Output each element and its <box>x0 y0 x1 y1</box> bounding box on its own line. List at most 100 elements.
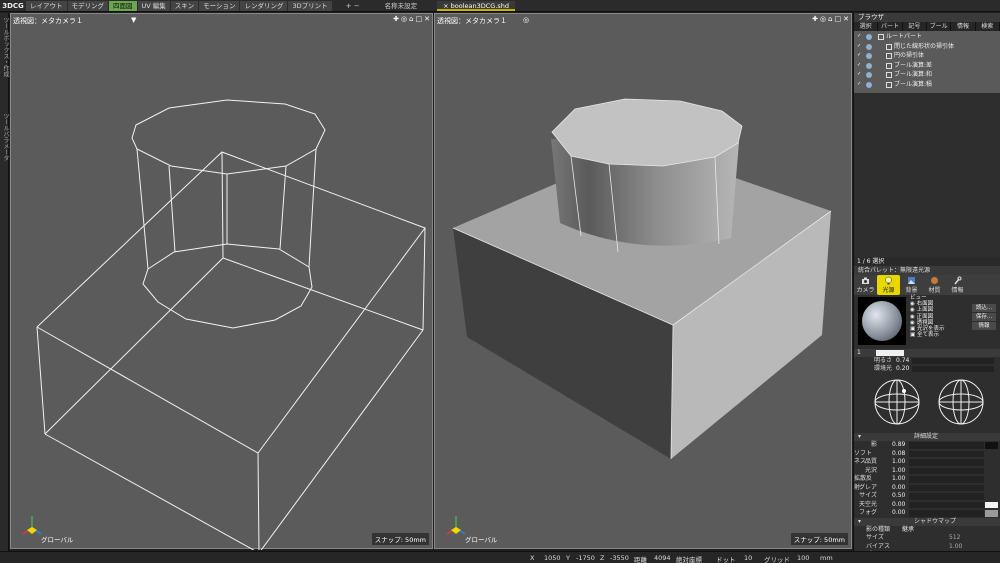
tree-item-boolean-intersection[interactable]: ✓ ブール演算:積 <box>854 80 1000 90</box>
tab-info[interactable]: 情報 <box>951 22 976 31</box>
light-color-swatch[interactable] <box>876 350 904 356</box>
brightness-slider[interactable] <box>912 358 994 364</box>
tab-material[interactable]: 材質 <box>923 275 946 295</box>
visibility-check-icon[interactable]: ✓ <box>857 72 862 77</box>
visibility-check-icon[interactable]: ✓ <box>857 43 862 49</box>
toolbox-tab[interactable]: ツールボックス・作成 <box>1 17 10 77</box>
grid-value[interactable]: 100 <box>797 554 809 562</box>
tree-item-circle-sweep[interactable]: ✓ 円の掃引体 <box>854 51 1000 61</box>
detail-value[interactable]: 0.00 <box>892 509 905 518</box>
detail-slider[interactable] <box>909 442 984 449</box>
mode-tab-uv-edit[interactable]: UV 編集 <box>137 0 170 11</box>
mode-tab-skin[interactable]: スキン <box>170 0 199 11</box>
detail-slider[interactable] <box>909 450 984 457</box>
mode-tab-four-view[interactable]: 四面図 <box>109 0 137 11</box>
move-view-icon[interactable]: ✚ <box>393 15 399 23</box>
viewport-shaded[interactable]: 透視図：メタカメラ１ ◎ ✚ ◎ ⌂ □ ✕ グローバル スナップ: 50mm <box>434 13 852 549</box>
absolute-coords-toggle[interactable]: 絶対座標 <box>676 554 702 563</box>
light-preview-sphere[interactable] <box>858 297 906 345</box>
dot-value[interactable]: 10 <box>744 554 752 562</box>
move-view-icon[interactable]: ✚ <box>812 15 818 23</box>
detail-color-swatch[interactable] <box>985 442 998 449</box>
doc-tab-boolean[interactable]: × boolean3DCG.shd <box>437 0 516 11</box>
home-view-icon[interactable]: ⌂ <box>828 15 832 23</box>
mode-tab-layout[interactable]: レイアウト <box>26 0 67 11</box>
tab-light[interactable]: 光源 <box>877 275 900 295</box>
light-direction-sphere-icon[interactable] <box>872 377 922 427</box>
coordinate-system-label[interactable]: グローバル <box>41 534 73 544</box>
viewport-wireframe[interactable]: 透視図：メタカメラ１ ▼ ✚ ◎ ⌂ □ ✕ グローバル スナップ: 50mm <box>10 13 433 550</box>
visibility-check-icon[interactable]: ✓ <box>857 34 862 39</box>
add-mode-button[interactable]: + − <box>341 2 365 10</box>
detail-slider[interactable] <box>909 467 984 474</box>
shadow-map-header[interactable]: ▾ シャドウマップ <box>854 517 1000 526</box>
info-button[interactable]: 情報 <box>972 322 996 330</box>
tab-part[interactable]: パート <box>878 22 903 31</box>
tool-parameter-tab[interactable]: ツールパラメータ <box>1 113 10 161</box>
detail-value[interactable]: 1.00 <box>892 475 905 484</box>
render-toggle-icon[interactable] <box>866 43 872 50</box>
home-view-icon[interactable]: ⌂ <box>409 15 413 23</box>
detail-color-swatch[interactable] <box>985 510 998 517</box>
tree-item-boolean-difference[interactable]: ✓ ブール演算:差 <box>854 61 1000 71</box>
view-option[interactable]: ▣ 全て表示 <box>910 332 944 338</box>
load-button[interactable]: 読込... <box>972 304 996 312</box>
detail-slider[interactable] <box>909 459 984 466</box>
light-direction-sphere-alt-icon[interactable] <box>936 377 986 427</box>
z-value[interactable]: -3550 <box>610 554 629 562</box>
detail-slider[interactable] <box>909 476 984 483</box>
detail-value[interactable]: 0.08 <box>892 450 905 459</box>
tab-select[interactable]: 選択 <box>854 22 879 31</box>
tab-symbol[interactable]: 記号 <box>903 22 927 31</box>
render-toggle-icon[interactable] <box>866 53 872 59</box>
mode-tab-3d-print[interactable]: 3Dプリント <box>288 0 332 11</box>
shadow-type-select[interactable]: 継承 <box>902 526 914 535</box>
tab-search[interactable]: 検索 <box>976 22 1000 31</box>
save-button[interactable]: 保存... <box>972 313 996 321</box>
viewport-menu-icon[interactable]: ▼ <box>131 16 136 24</box>
close-view-icon[interactable]: ✕ <box>843 15 849 23</box>
render-toggle-icon[interactable] <box>866 62 872 69</box>
tab-camera[interactable]: カメラ <box>854 275 877 295</box>
detail-settings-header[interactable]: ▾ 詳細設定 <box>854 433 1000 441</box>
detail-color-swatch[interactable] <box>985 501 998 508</box>
tab-boolean[interactable]: ブール <box>927 22 952 31</box>
visibility-check-icon[interactable]: ✓ <box>857 81 862 87</box>
snap-indicator[interactable]: スナップ: 50mm <box>371 533 429 545</box>
rotate-view-icon[interactable]: ◎ <box>820 15 826 23</box>
tree-item-root[interactable]: ✓ ルートパート <box>854 32 1000 42</box>
detail-value[interactable]: 1.00 <box>892 458 905 467</box>
mode-tab-motion[interactable]: モーション <box>199 0 240 11</box>
detail-value[interactable]: 0.89 <box>892 441 905 450</box>
snap-indicator[interactable]: スナップ: 50mm <box>790 533 848 545</box>
close-view-icon[interactable]: ✕ <box>424 15 430 23</box>
detail-slider[interactable] <box>909 510 984 517</box>
detail-slider[interactable] <box>909 501 984 508</box>
ambient-value[interactable]: 0.20 <box>896 365 909 373</box>
detail-slider[interactable] <box>909 493 984 500</box>
brightness-value[interactable]: 0.74 <box>896 357 909 365</box>
tree-item-sweep-closed[interactable]: ✓ 閉じた線形状の掃引体 <box>854 42 1000 52</box>
detail-value[interactable]: 0.50 <box>892 492 905 501</box>
unit-label[interactable]: mm <box>820 554 833 562</box>
render-toggle-icon[interactable] <box>866 81 872 88</box>
ambient-slider[interactable] <box>912 366 994 372</box>
detail-value[interactable]: 0.00 <box>892 484 905 493</box>
viewport-menu-icon[interactable]: ◎ <box>523 16 529 24</box>
detail-value[interactable]: 0.00 <box>892 501 905 510</box>
visibility-check-icon[interactable]: ✓ <box>857 62 862 68</box>
render-toggle-icon[interactable] <box>866 34 872 40</box>
shadow-setting-value[interactable]: 512 <box>949 534 960 543</box>
tree-item-boolean-union[interactable]: ✓ ブール演算:和 <box>854 70 1000 80</box>
coordinate-system-label[interactable]: グローバル <box>465 534 497 544</box>
mode-tab-modeling[interactable]: モデリング <box>67 0 108 11</box>
tab-info[interactable]: 情報 <box>946 275 969 295</box>
render-toggle-icon[interactable] <box>866 72 872 78</box>
fit-view-icon[interactable]: □ <box>835 15 842 23</box>
rotate-view-icon[interactable]: ◎ <box>401 15 407 23</box>
mode-tab-rendering[interactable]: レンダリング <box>240 0 288 11</box>
fit-view-icon[interactable]: □ <box>416 15 423 23</box>
detail-value[interactable]: 1.00 <box>892 467 905 476</box>
shadow-setting-value[interactable]: 1.00 <box>949 543 962 552</box>
tab-background[interactable]: 背景 <box>900 275 923 295</box>
